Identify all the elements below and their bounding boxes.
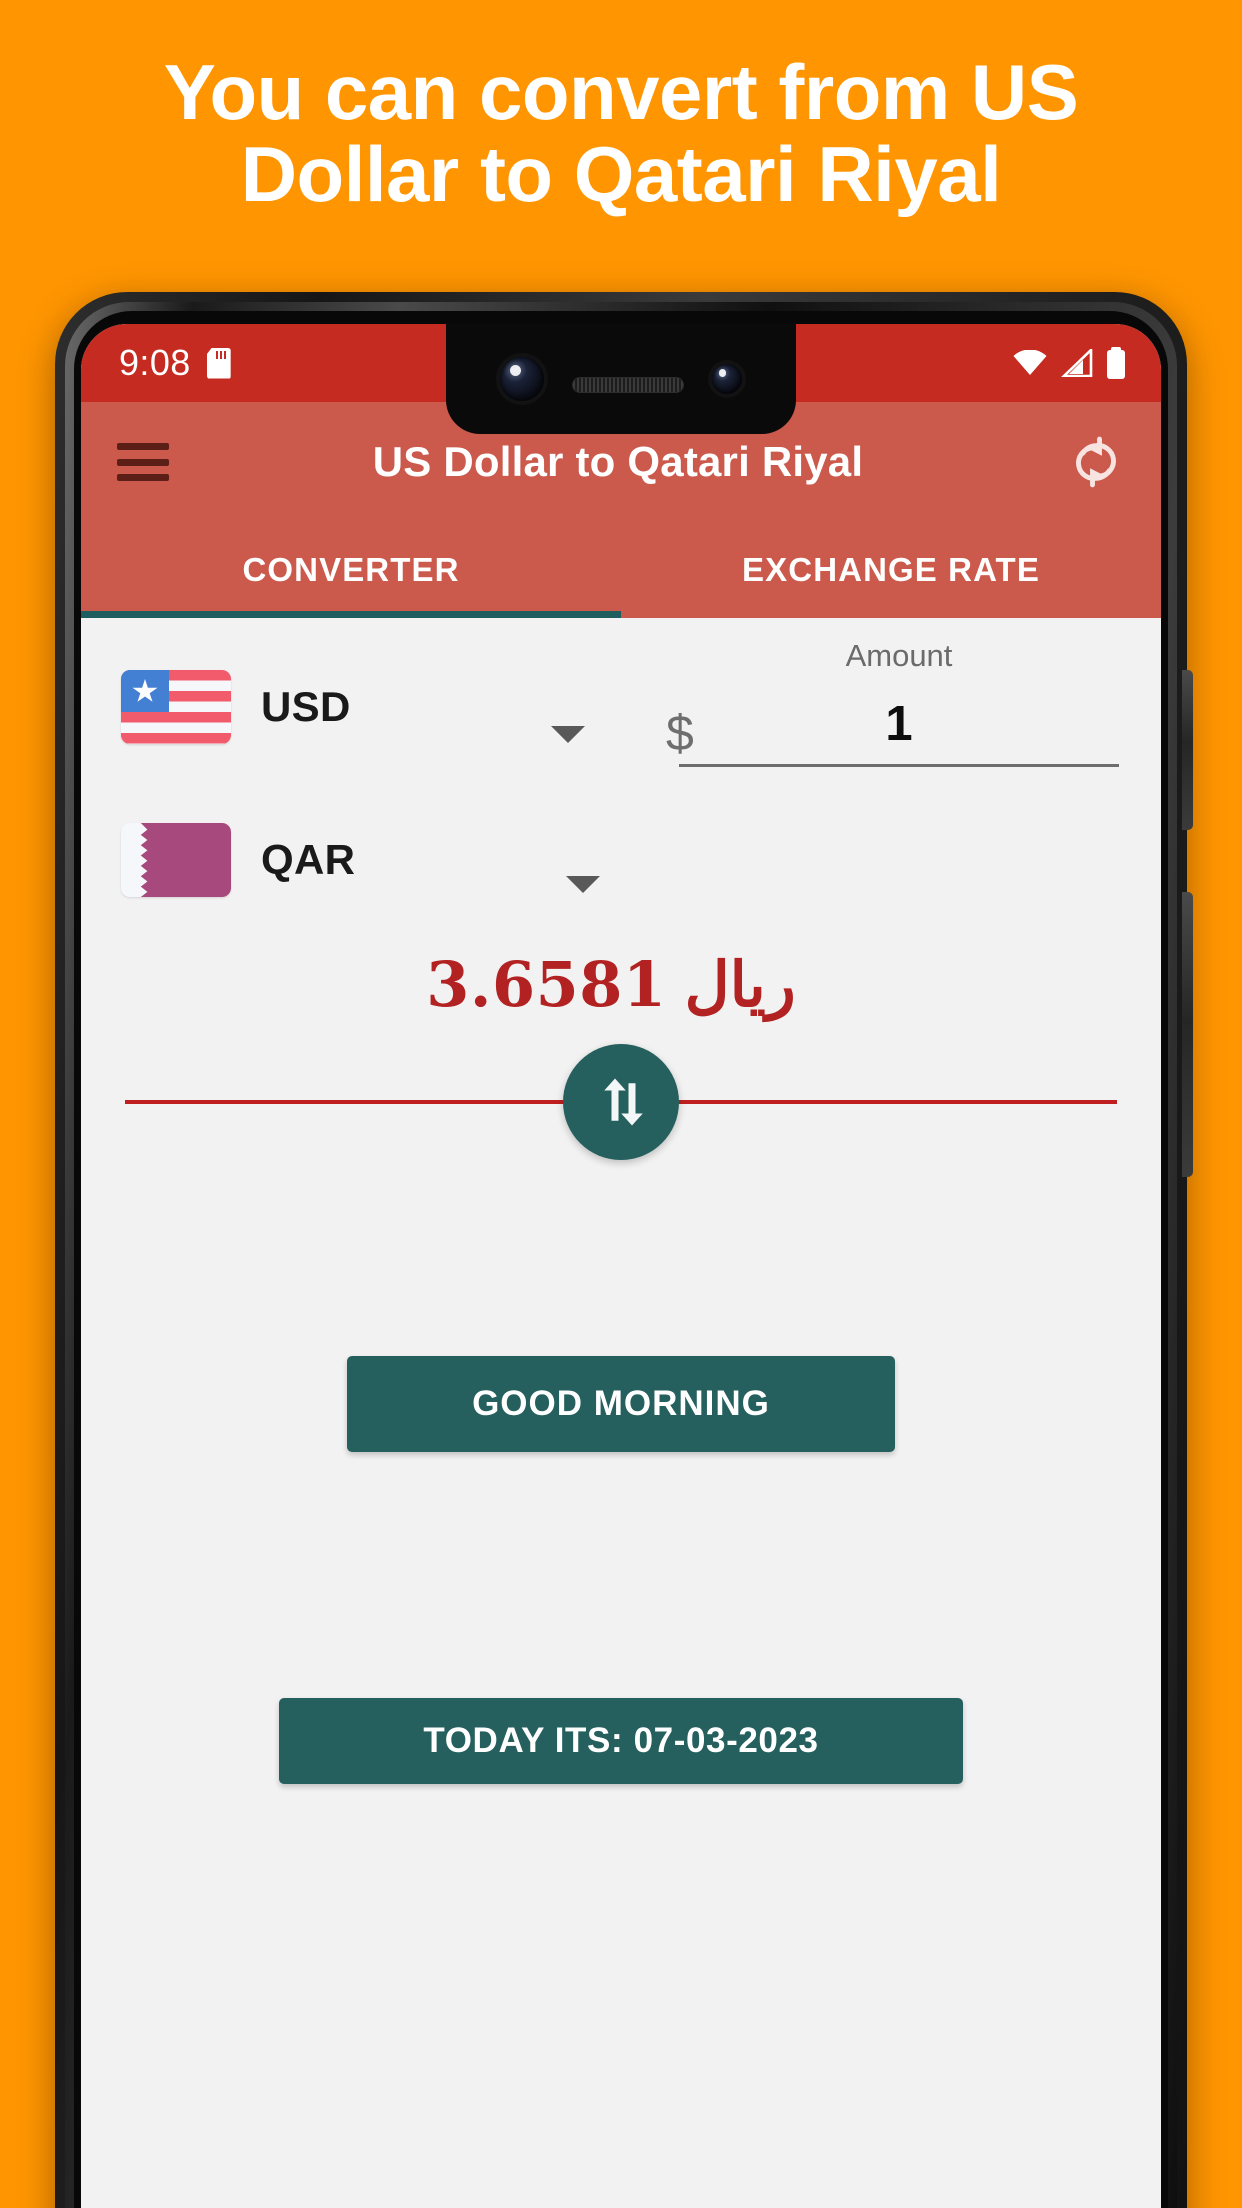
status-time: 9:08 — [119, 342, 191, 383]
refresh-sync-icon[interactable] — [1067, 433, 1125, 491]
source-currency-row: USD $ Amount 1 — [81, 618, 1161, 796]
page-title: US Dollar to Qatari Riyal — [372, 438, 864, 485]
cellular-signal-icon — [1060, 346, 1093, 378]
phone-screen: 9:08 US Dollar to Qatari Riyal CONVERTER… — [81, 324, 1161, 2208]
conversion-result-value: 3.6581 — [426, 947, 667, 1021]
promo-line-1: You can convert from US — [163, 48, 1079, 136]
qatar-flag-icon — [121, 823, 231, 897]
greeting-button[interactable]: GOOD MORNING — [347, 1356, 895, 1452]
wifi-icon — [1013, 349, 1047, 376]
conversion-result-row: 3.6581 ريال — [81, 924, 1161, 1044]
us-flag-icon — [121, 670, 231, 744]
phone-power-button[interactable] — [1182, 670, 1193, 830]
divider-with-swap — [81, 1044, 1161, 1164]
phone-mockup: 9:08 US Dollar to Qatari Riyal CONVERTER… — [55, 292, 1193, 2208]
source-currency-code: USD — [261, 683, 351, 730]
phone-volume-button[interactable] — [1182, 892, 1193, 1177]
target-currency-symbol: ريال — [684, 950, 796, 1020]
tab-bar: CONVERTER EXCHANGE RATE — [81, 522, 1161, 618]
amount-value: 1 — [885, 697, 913, 751]
sd-card-icon — [207, 348, 231, 379]
converter-panel: USD $ Amount 1 QAR 3.6581 ريال GOOD MORN… — [81, 618, 1161, 2208]
front-camera-icon — [500, 357, 544, 401]
promo-line-2: Dollar to Qatari Riyal — [240, 129, 1002, 218]
screenshot-root: You can convert from US Dollar to Qatari… — [0, 0, 1242, 2208]
promo-headline: You can convert from US Dollar to Qatari… — [0, 51, 1242, 218]
amount-input[interactable]: 1 — [679, 696, 1119, 767]
earpiece-speaker — [572, 377, 684, 393]
target-currency-row: QAR — [81, 796, 1161, 924]
phone-notch — [446, 324, 796, 434]
target-currency-dropdown-icon[interactable] — [566, 876, 600, 893]
tab-active-indicator — [81, 611, 621, 618]
amount-label: Amount — [845, 638, 953, 673]
swap-vertical-arrows-icon — [604, 1078, 643, 1126]
status-bar-right — [1013, 346, 1135, 379]
target-currency-code: QAR — [261, 836, 356, 883]
tab-exchange-rate[interactable]: EXCHANGE RATE — [621, 522, 1161, 618]
source-currency-dropdown-icon[interactable] — [551, 726, 585, 743]
amount-block: Amount 1 — [679, 638, 1119, 767]
battery-icon — [1107, 347, 1125, 379]
tab-converter[interactable]: CONVERTER — [81, 522, 621, 618]
status-bar-left: 9:08 — [119, 342, 231, 384]
today-date-button[interactable]: TODAY ITS: 07-03-2023 — [279, 1698, 963, 1784]
front-camera-secondary-icon — [712, 364, 742, 394]
swap-currencies-button[interactable] — [563, 1044, 679, 1160]
